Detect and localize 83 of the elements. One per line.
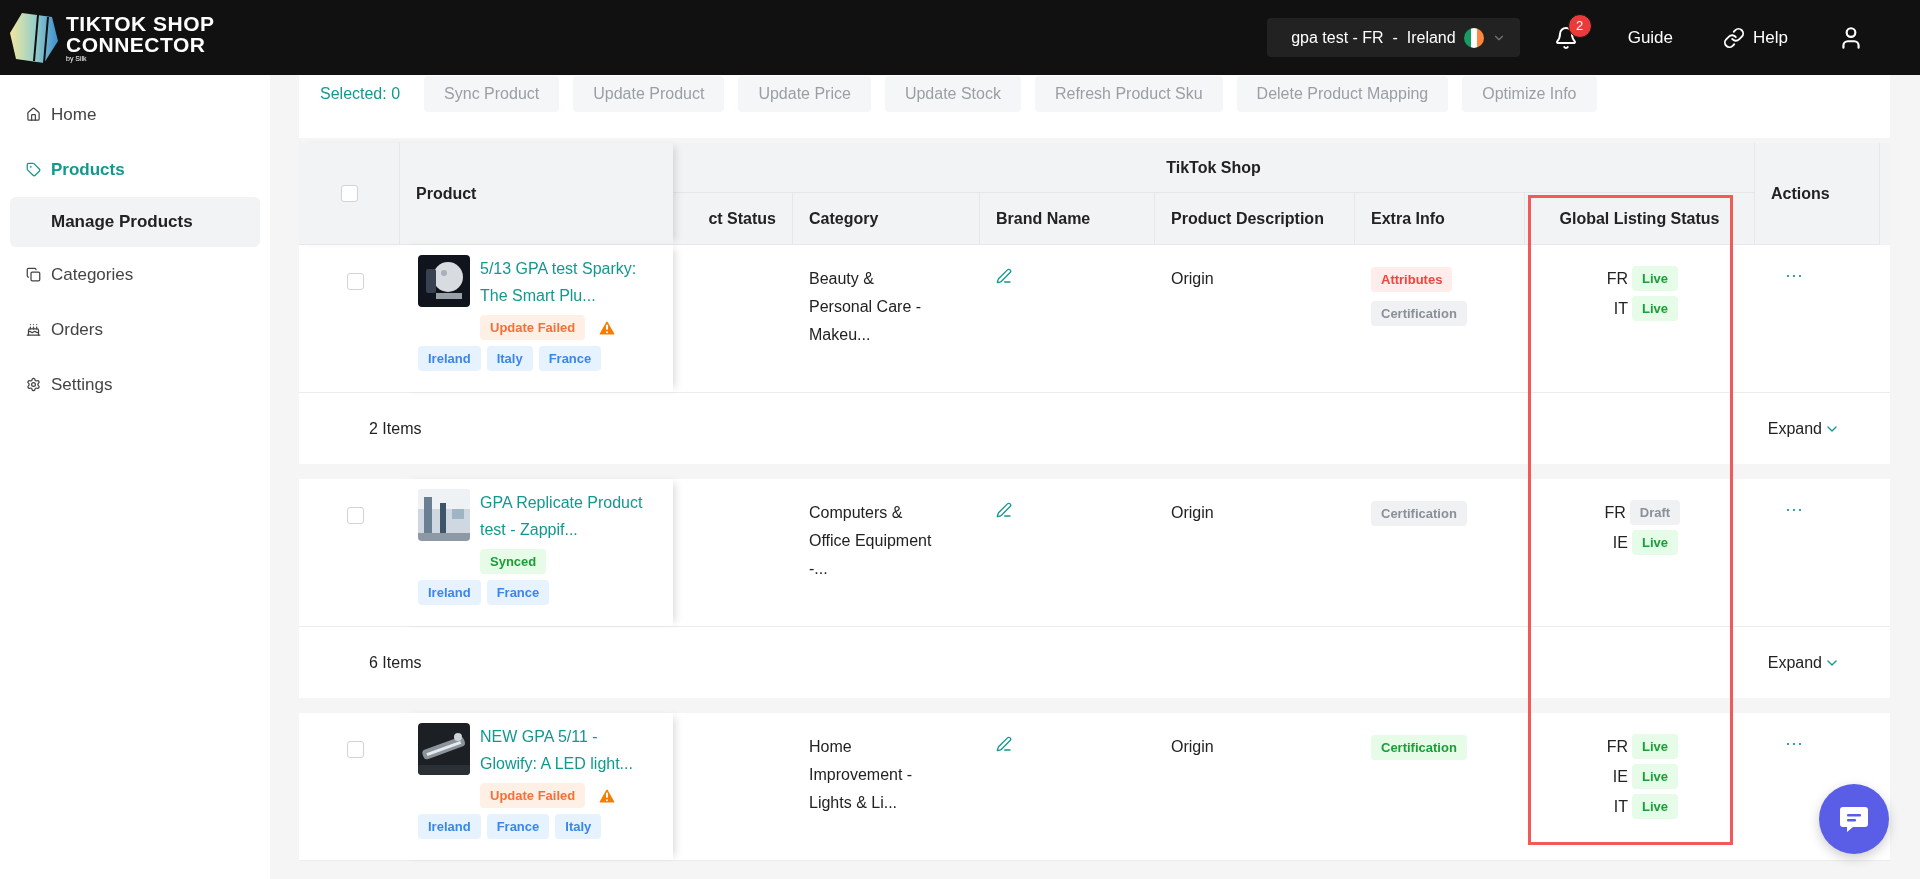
info-tag: Certification <box>1371 735 1467 760</box>
market-code: IT <box>1612 797 1628 816</box>
store-select[interactable]: gpa test - FR - Ireland <box>1267 18 1520 57</box>
listing-status-tag: Draft <box>1629 500 1681 525</box>
listing-status-tag: Live <box>1632 266 1678 291</box>
region-tag: France <box>486 814 550 839</box>
brand-name: TIKTOK SHOP <box>66 13 215 34</box>
region-tag: France <box>538 346 602 371</box>
sidebar-item[interactable]: Home <box>0 87 270 142</box>
help-link[interactable]: Help <box>1723 26 1788 49</box>
status-tag: Update Failed <box>480 783 586 808</box>
category-text: Home Improvement - Lights & Li... <box>809 737 914 813</box>
expand-link[interactable]: Expand <box>1767 653 1840 672</box>
column-header: Actions <box>1755 143 1880 245</box>
more-actions[interactable]: ··· <box>1755 479 1880 520</box>
column-group-header: TikTok Shop <box>673 143 1755 193</box>
settings-icon <box>26 377 41 392</box>
sidebar-item[interactable]: Categories <box>0 247 270 302</box>
status-tag: Update Failed <box>480 315 586 340</box>
sidebar-item[interactable]: Products <box>0 142 270 197</box>
edit-icon[interactable] <box>996 502 1012 518</box>
region-tag: Ireland <box>418 580 481 605</box>
market-code: IT <box>1612 299 1628 318</box>
expand-link[interactable]: Expand <box>1767 419 1840 438</box>
logo-icon <box>8 10 60 65</box>
copy-icon <box>26 267 41 282</box>
description-text: Origin <box>1171 270 1214 287</box>
row-checkbox[interactable] <box>347 741 364 758</box>
listing-status-tag: Live <box>1632 530 1678 555</box>
cake-icon <box>26 322 41 337</box>
listing-status-tag: Live <box>1632 296 1678 321</box>
info-tag: Attributes <box>1371 267 1453 292</box>
sidebar-item[interactable]: Settings <box>0 357 270 412</box>
region-tag: France <box>486 580 550 605</box>
column-header: Global Listing Status <box>1525 193 1755 245</box>
home-icon <box>26 107 41 122</box>
description-text: Origin <box>1171 738 1214 755</box>
product-title[interactable]: GPA Replicate Product test - Zappif... <box>480 489 658 543</box>
market-code: FR <box>1605 269 1628 288</box>
item-count: 6 Items <box>369 653 422 672</box>
link-icon <box>1723 26 1746 49</box>
tag-icon <box>26 162 41 177</box>
chat-icon <box>1839 805 1869 833</box>
listing-status-tag: Live <box>1632 794 1678 819</box>
category-text: Computers & Office Equipment -... <box>809 503 933 579</box>
listing-status-tag: Live <box>1632 764 1678 789</box>
market-code: IE <box>1611 533 1628 552</box>
description-text: Origin <box>1171 504 1214 521</box>
category-text: Beauty & Personal Care - Makeu... <box>809 269 923 345</box>
guide-link[interactable]: Guide <box>1627 27 1674 48</box>
flag-icon <box>1463 27 1484 48</box>
more-actions[interactable]: ··· <box>1755 245 1880 286</box>
market-code: FR <box>1605 737 1628 756</box>
status-tag: Synced <box>480 549 547 574</box>
product-title[interactable]: NEW GPA 5/11 - Glowify: A LED light... <box>480 723 658 777</box>
listing-status-tag: Live <box>1632 734 1678 759</box>
brand-name: CONNECTOR <box>66 34 207 55</box>
edit-icon[interactable] <box>996 268 1012 284</box>
region-tag: Ireland <box>418 814 481 839</box>
item-count: 2 Items <box>369 419 422 438</box>
column-header: Product <box>415 183 478 204</box>
select-all-checkbox[interactable] <box>340 185 358 202</box>
info-tag: Certification <box>1371 501 1467 526</box>
region-tag: Italy <box>555 814 602 839</box>
column-header: Extra Info <box>1355 193 1525 245</box>
row-checkbox[interactable] <box>347 273 364 290</box>
more-actions[interactable]: ··· <box>1755 713 1880 754</box>
notification-icon[interactable] <box>1553 25 1578 50</box>
market-code: IE <box>1611 767 1628 786</box>
region-tag: Italy <box>486 346 533 371</box>
info-tag: Certification <box>1371 301 1467 326</box>
region-tag: Ireland <box>418 346 481 371</box>
sidebar-item[interactable]: Orders <box>0 302 270 357</box>
column-header: Category <box>793 193 980 245</box>
edit-icon[interactable] <box>996 736 1012 752</box>
product-title[interactable]: 5/13 GPA test Sparky: The Smart Plu... <box>480 255 658 309</box>
column-header: Brand Name <box>980 193 1155 245</box>
market-code: FR <box>1603 503 1626 522</box>
row-checkbox[interactable] <box>347 507 364 524</box>
column-header: Product Description <box>1155 193 1355 245</box>
notification-count: 2 <box>1567 13 1592 38</box>
selected-count: Selected: 0 <box>320 84 401 104</box>
sidebar-subitem[interactable]: Manage Products <box>10 197 260 247</box>
